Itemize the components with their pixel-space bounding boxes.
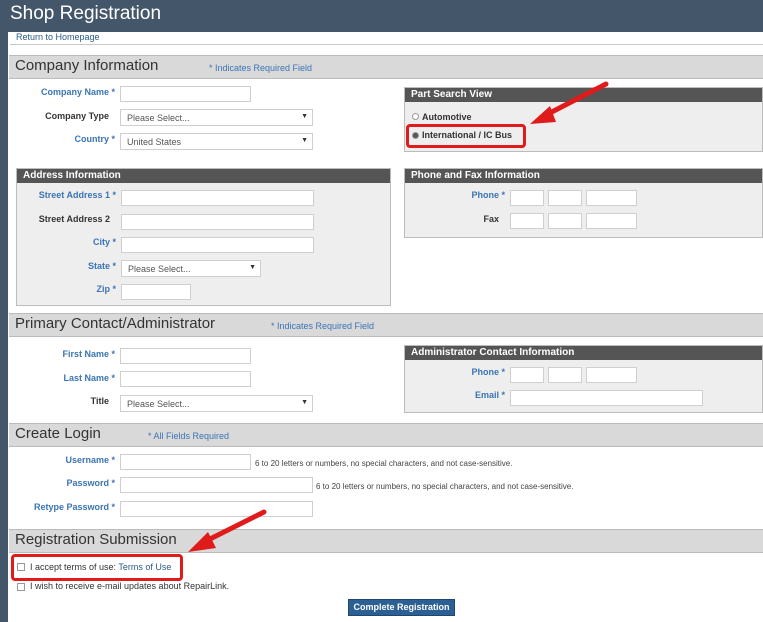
password-hint: 6 to 20 letters or numbers, no special c… bbox=[316, 482, 574, 491]
page-header: Shop Registration bbox=[0, 0, 763, 32]
zip-input[interactable] bbox=[121, 284, 191, 300]
password-label: Password * bbox=[66, 478, 115, 488]
chevron-down-icon: ▼ bbox=[249, 264, 256, 271]
automotive-radio[interactable] bbox=[412, 113, 419, 120]
annotation-arrow-icon bbox=[530, 81, 609, 124]
admin-phone-label: Phone * bbox=[471, 367, 505, 377]
annotation-highlight-box bbox=[406, 124, 526, 148]
admin-contact-header: Administrator Contact Information bbox=[405, 346, 762, 360]
title-select[interactable]: Please Select... ▼ bbox=[120, 395, 313, 412]
last-name-label: Last Name * bbox=[63, 373, 115, 383]
last-name-input[interactable] bbox=[120, 371, 251, 387]
login-required-note: * All Fields Required bbox=[148, 431, 230, 441]
country-value: United States bbox=[127, 137, 182, 147]
admin-email-label: Email * bbox=[474, 390, 505, 400]
fax-label: Fax bbox=[483, 214, 499, 224]
admin-phone-area-input[interactable] bbox=[510, 367, 544, 383]
country-select[interactable]: United States ▼ bbox=[120, 133, 313, 150]
state-select[interactable]: Please Select... ▼ bbox=[121, 260, 261, 277]
fax-area-input[interactable] bbox=[510, 213, 544, 229]
company-type-label: Company Type bbox=[45, 111, 109, 121]
company-name-label: Company Name * bbox=[40, 87, 115, 97]
phone-label: Phone * bbox=[471, 190, 505, 200]
username-input[interactable] bbox=[120, 454, 251, 470]
admin-phone-prefix-input[interactable] bbox=[548, 367, 582, 383]
left-strip bbox=[0, 32, 8, 622]
admin-email-input[interactable] bbox=[510, 390, 703, 406]
street2-label: Street Address 2 bbox=[38, 214, 110, 224]
username-label: Username * bbox=[65, 455, 115, 465]
street1-input[interactable] bbox=[121, 190, 314, 206]
home-link-bar: Return to Homepage bbox=[10, 32, 763, 45]
email-updates-checkbox[interactable] bbox=[17, 583, 25, 591]
password-input[interactable] bbox=[120, 477, 313, 493]
company-section-title: Company Information bbox=[15, 57, 159, 74]
admin-contact-panel: Administrator Contact Information Phone … bbox=[404, 345, 763, 413]
company-type-value: Please Select... bbox=[127, 113, 190, 123]
phone-prefix-input[interactable] bbox=[548, 190, 582, 206]
first-name-input[interactable] bbox=[120, 348, 251, 364]
login-section-title: Create Login bbox=[15, 425, 101, 442]
annotation-highlight-box bbox=[11, 554, 183, 581]
first-name-label: First Name * bbox=[62, 349, 115, 359]
address-header: Address Information bbox=[17, 169, 390, 183]
submission-section-header: Registration Submission bbox=[9, 529, 763, 553]
company-name-input[interactable] bbox=[120, 86, 251, 102]
automotive-label: Automotive bbox=[422, 112, 472, 122]
chevron-down-icon: ▼ bbox=[301, 113, 308, 120]
complete-registration-button[interactable]: Complete Registration bbox=[348, 599, 455, 616]
username-hint: 6 to 20 letters or numbers, no special c… bbox=[255, 459, 513, 468]
street2-input[interactable] bbox=[121, 214, 314, 230]
chevron-down-icon: ▼ bbox=[301, 399, 308, 406]
phone-area-input[interactable] bbox=[510, 190, 544, 206]
fax-prefix-input[interactable] bbox=[548, 213, 582, 229]
email-updates-text: I wish to receive e-mail updates about R… bbox=[30, 581, 230, 591]
contact-section-header: Primary Contact/Administrator * Indicate… bbox=[9, 313, 763, 337]
phone-fax-panel: Phone and Fax Information Phone * Fax bbox=[404, 168, 763, 238]
street1-label: Street Address 1 * bbox=[38, 190, 116, 200]
page-title: Shop Registration bbox=[10, 3, 162, 24]
state-label: State * bbox=[87, 261, 116, 271]
title-label: Title bbox=[90, 396, 109, 406]
contact-section-title: Primary Contact/Administrator bbox=[15, 315, 216, 332]
address-title: Address Information bbox=[23, 170, 121, 181]
phone-fax-title: Phone and Fax Information bbox=[411, 170, 540, 181]
chevron-down-icon: ▼ bbox=[301, 137, 308, 144]
city-input[interactable] bbox=[121, 237, 314, 253]
annotation-arrow-icon bbox=[188, 509, 267, 552]
fax-line-input[interactable] bbox=[586, 213, 637, 229]
address-panel: Address Information Street Address 1 * S… bbox=[16, 168, 391, 306]
contact-required-note: * Indicates Required Field bbox=[271, 321, 375, 331]
retype-password-label: Retype Password * bbox=[33, 502, 115, 512]
country-label: Country * bbox=[74, 134, 116, 144]
admin-phone-line-input[interactable] bbox=[586, 367, 637, 383]
phone-line-input[interactable] bbox=[586, 190, 637, 206]
return-home-link[interactable]: Return to Homepage bbox=[16, 32, 100, 42]
part-search-title: Part Search View bbox=[411, 89, 492, 100]
company-required-note: * Indicates Required Field bbox=[209, 63, 313, 73]
city-label: City * bbox=[92, 237, 116, 247]
phone-fax-header: Phone and Fax Information bbox=[405, 169, 762, 183]
submission-section-title: Registration Submission bbox=[15, 531, 177, 548]
company-type-select[interactable]: Please Select... ▼ bbox=[120, 109, 313, 126]
zip-label: Zip * bbox=[96, 284, 117, 294]
admin-contact-title: Administrator Contact Information bbox=[411, 347, 575, 358]
title-value: Please Select... bbox=[127, 399, 190, 409]
login-section-header: Create Login * All Fields Required bbox=[9, 423, 763, 447]
company-section-header: Company Information * Indicates Required… bbox=[9, 55, 763, 79]
state-value: Please Select... bbox=[128, 264, 191, 274]
